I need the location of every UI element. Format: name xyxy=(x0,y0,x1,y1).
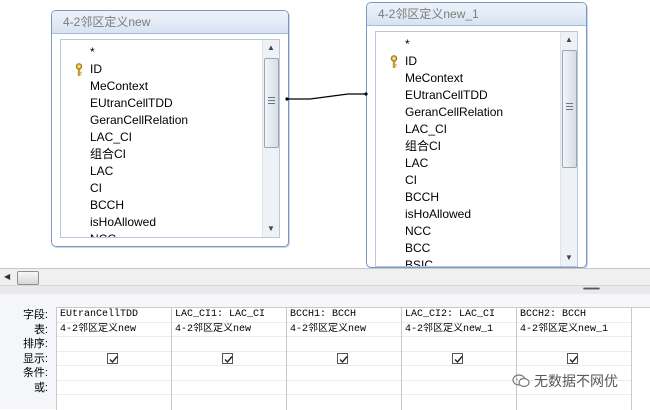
row-label-show: 显示: xyxy=(22,352,48,365)
criteria-cell[interactable] xyxy=(172,366,286,381)
grid-columns: EUtranCellTDD 4-2邻区定义new LAC_CI1: LAC_CI 4-… xyxy=(56,307,650,410)
show-cell[interactable] xyxy=(287,352,401,366)
splitter-grip-icon: ••••••••••• xyxy=(583,286,600,293)
row-label-field: 字段: xyxy=(22,309,48,321)
sort-cell[interactable] xyxy=(402,337,516,352)
grid-column[interactable]: BCCH1: BCCH 4-2邻区定义new xyxy=(287,308,402,410)
row-label-or: 或: xyxy=(33,381,48,394)
row-label-sort: 排序: xyxy=(22,338,48,350)
horizontal-scrollbar[interactable]: ◀ xyxy=(0,268,650,285)
sort-cell[interactable] xyxy=(517,337,631,352)
show-checkbox[interactable] xyxy=(107,352,118,364)
or-cell[interactable] xyxy=(287,381,401,395)
criteria-cell[interactable] xyxy=(57,366,171,381)
show-checkbox[interactable] xyxy=(337,352,348,364)
sort-cell[interactable] xyxy=(57,337,171,352)
field-cell[interactable]: BCCH1: BCCH xyxy=(287,308,401,323)
show-checkbox[interactable] xyxy=(567,352,578,364)
or-cell[interactable] xyxy=(57,381,171,395)
sort-cell[interactable] xyxy=(287,337,401,352)
grid-column-empty[interactable] xyxy=(632,308,650,410)
show-cell[interactable] xyxy=(402,352,516,366)
show-cell[interactable] xyxy=(517,352,631,366)
table-cell[interactable]: 4-2邻区定义new xyxy=(287,323,401,337)
field-cell[interactable]: BCCH2: BCCH xyxy=(517,308,631,323)
or-cell[interactable] xyxy=(402,381,516,395)
table-design-area: 4-2邻区定义new * ID MeContext EUtranCellTDD Gera… xyxy=(0,0,650,268)
row-labels: 字段: 表: 排序: 显示: 条件: 或: xyxy=(0,308,52,395)
show-cell[interactable] xyxy=(57,352,171,366)
field-cell[interactable]: EUtranCellTDD xyxy=(57,308,171,323)
table-cell[interactable]: 4-2邻区定义new_1 xyxy=(402,323,516,337)
show-checkbox[interactable] xyxy=(452,352,463,364)
row-label-table: 表: xyxy=(33,323,48,336)
grid-column[interactable]: LAC_CI1: LAC_CI 4-2邻区定义new xyxy=(172,308,287,410)
show-cell[interactable] xyxy=(172,352,286,366)
field-cell[interactable]: LAC_CI1: LAC_CI xyxy=(172,308,286,323)
sort-cell[interactable] xyxy=(172,337,286,352)
grid-column[interactable]: EUtranCellTDD 4-2邻区定义new xyxy=(57,308,172,410)
wechat-icon xyxy=(512,374,530,388)
field-cell[interactable]: LAC_CI2: LAC_CI xyxy=(402,308,516,323)
horizontal-scroll-thumb[interactable] xyxy=(17,271,39,285)
table-cell[interactable]: 4-2邻区定义new xyxy=(57,323,171,337)
table-cell[interactable]: 4-2邻区定义new_1 xyxy=(517,323,631,337)
show-checkbox[interactable] xyxy=(222,352,233,364)
or-cell[interactable] xyxy=(172,381,286,395)
watermark-text: 无数据不网优 xyxy=(534,373,618,389)
row-label-criteria: 条件: xyxy=(22,367,48,379)
criteria-cell[interactable] xyxy=(287,366,401,381)
scroll-left-icon[interactable]: ◀ xyxy=(4,271,10,283)
criteria-cell[interactable] xyxy=(402,366,516,381)
table-cell[interactable]: 4-2邻区定义new xyxy=(172,323,286,337)
query-design-grid: 字段: 表: 排序: 显示: 条件: 或: EUtranCellTDD 4-2邻区… xyxy=(0,294,650,410)
relationship-line[interactable] xyxy=(0,0,650,268)
grid-column[interactable]: LAC_CI2: LAC_CI 4-2邻区定义new_1 xyxy=(402,308,517,410)
grid-column[interactable]: BCCH2: BCCH 4-2邻区定义new_1 xyxy=(517,308,632,410)
